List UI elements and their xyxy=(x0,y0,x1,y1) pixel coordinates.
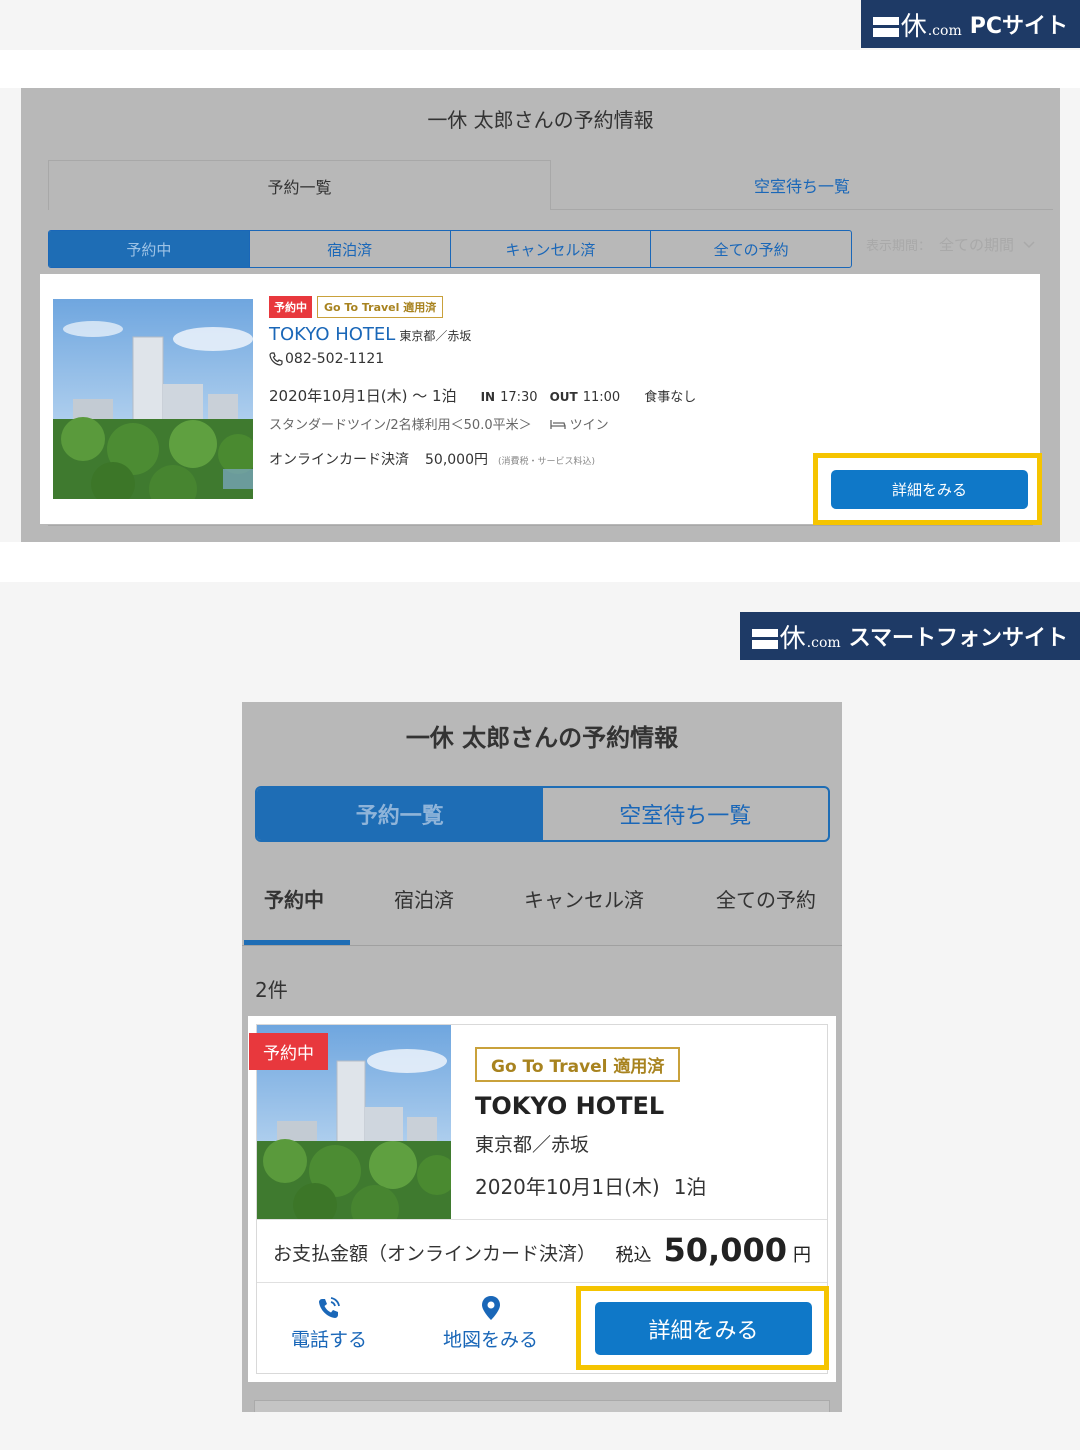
map-label: 地図をみる xyxy=(443,1329,539,1351)
pc-detail-button[interactable]: 詳細をみる xyxy=(831,470,1028,509)
checkin-label: IN xyxy=(480,390,496,404)
tab-reservation-list[interactable]: 予約一覧 xyxy=(48,160,551,210)
hotel-area: 東京都／赤坂 xyxy=(399,329,472,343)
status-tag: 予約中 xyxy=(249,1033,328,1070)
tab-reservation-list[interactable]: 予約一覧 xyxy=(257,788,543,840)
tab-waitlist[interactable]: 空室待ち一覧 xyxy=(543,788,829,840)
checkin-time: 17:30 xyxy=(500,390,538,405)
sp-main-toggle: 予約一覧 空室待ち一覧 xyxy=(255,786,830,842)
active-tab-indicator xyxy=(244,940,350,945)
tab-waitlist[interactable]: 空室待ち一覧 xyxy=(551,160,1053,210)
payment-method: オンラインカード決済 xyxy=(269,452,409,468)
ikyu-logo: 休 .com xyxy=(872,6,962,43)
map-action[interactable]: 地図をみる xyxy=(443,1295,538,1352)
pc-status-segments: 予約中 宿泊済 キャンセル済 全ての予約 xyxy=(48,230,852,268)
call-action[interactable]: 電話する xyxy=(291,1295,367,1352)
status-badge: 予約中 xyxy=(269,296,312,318)
goto-travel-badge: Go To Travel 適用済 xyxy=(317,296,444,318)
payment-amount: 50,000円 xyxy=(425,452,488,468)
room-type: スタンダードツイン/2名様利用＜50.0平米＞ xyxy=(269,418,532,433)
period-select[interactable]: 表示期間： 全ての期間 xyxy=(866,234,1036,255)
stay-date: 2020年10月1日(木) xyxy=(475,1175,660,1199)
pc-main-tabs: 予約一覧 空室待ち一覧 xyxy=(48,160,1053,210)
payment-label: お支払金額（オンラインカード決済） xyxy=(273,1243,597,1265)
segment-booked[interactable]: 予約中 xyxy=(49,231,250,267)
bed-type: ツイン xyxy=(569,418,609,433)
stay-date: 2020年10月1日(木) ～ 1泊 xyxy=(269,387,457,405)
bed-icon xyxy=(549,419,566,429)
next-card-peek xyxy=(254,1400,830,1412)
period-value: 全ての期間 xyxy=(939,236,1015,254)
phone-icon xyxy=(269,352,283,366)
ikyu-logo: 休 .com xyxy=(751,618,841,655)
map-pin-icon xyxy=(481,1296,500,1320)
tab-booked[interactable]: 予約中 xyxy=(264,884,324,913)
phone-call-icon xyxy=(319,1297,340,1318)
chevron-down-icon xyxy=(1023,240,1035,248)
segment-all[interactable]: 全ての予約 xyxy=(651,231,851,267)
tab-cancelled[interactable]: キャンセル済 xyxy=(524,884,644,913)
tab-stayed[interactable]: 宿泊済 xyxy=(394,884,454,913)
pc-site-label: 休 .com PCサイト xyxy=(860,0,1080,48)
segment-stayed[interactable]: 宿泊済 xyxy=(250,231,451,267)
sp-detail-button[interactable]: 詳細をみる xyxy=(595,1302,812,1355)
result-count: 2件 xyxy=(255,978,288,1002)
hotel-name-link[interactable]: TOKYO HOTEL xyxy=(269,324,395,345)
checkout-label: OUT xyxy=(549,390,578,404)
hotel-area: 東京都／赤坂 xyxy=(475,1134,590,1156)
checkout-time: 11:00 xyxy=(582,390,621,405)
yen-unit: 円 xyxy=(793,1245,811,1266)
sp-site-label: 休 .com スマートフォンサイト xyxy=(739,612,1080,660)
page-title: 一休 太郎さんの予約情報 xyxy=(405,724,679,752)
segment-cancelled[interactable]: キャンセル済 xyxy=(451,231,652,267)
hotel-name: TOKYO HOTEL xyxy=(475,1092,665,1120)
nights: 1泊 xyxy=(673,1175,707,1199)
hotel-photo[interactable] xyxy=(53,299,253,499)
payment-amount: 50,000 xyxy=(663,1231,787,1269)
call-label: 電話する xyxy=(291,1329,368,1351)
hotel-phone[interactable]: 082-502-1121 xyxy=(285,351,384,367)
tax-label: 税込 xyxy=(615,1245,652,1266)
sp-site-text: スマートフォンサイト xyxy=(848,626,1068,651)
tab-all[interactable]: 全ての予約 xyxy=(716,884,816,913)
tax-note: (消費税・サービス料込) xyxy=(498,457,596,467)
page-title: 一休 太郎さんの予約情報 xyxy=(427,108,654,132)
goto-travel-badge: Go To Travel 適用済 xyxy=(475,1047,681,1082)
pc-site-text: PCサイト xyxy=(969,14,1068,39)
period-label: 表示期間： xyxy=(866,239,932,254)
meal-plan: 食事なし xyxy=(644,390,697,405)
sp-status-tabs: 予約中 宿泊済 キャンセル済 全ての予約 xyxy=(242,862,842,946)
